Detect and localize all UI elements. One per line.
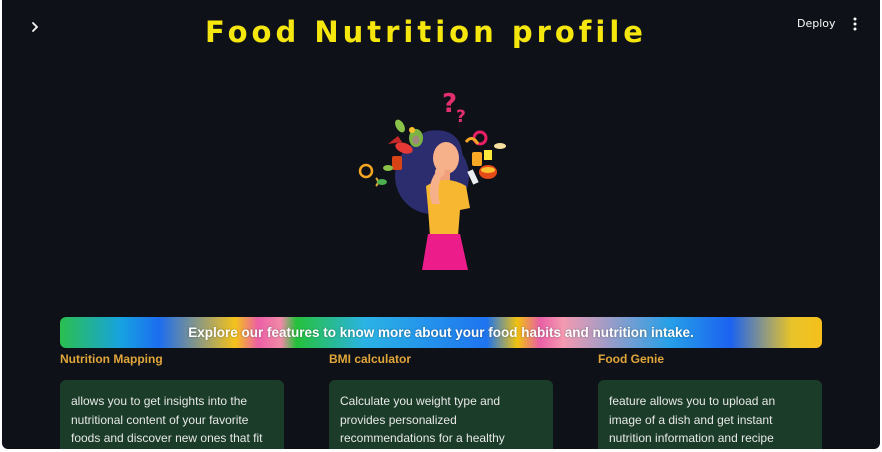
svg-text:?: ? xyxy=(456,107,466,127)
woman-thinking-illustration: ? ? xyxy=(358,89,506,270)
feature-card: allows you to get insights into the nutr… xyxy=(60,380,284,449)
feature-card: feature allows you to upload an image of… xyxy=(598,380,822,449)
svg-text:?: ? xyxy=(442,89,457,119)
page-title: Food Nutrition profile xyxy=(205,15,647,49)
feature-title: Food Genie xyxy=(598,352,664,366)
app-container: Deploy Food Nutrition profile ? ? Explor… xyxy=(2,0,880,449)
feature-title: Nutrition Mapping xyxy=(60,352,163,366)
banner-text: Explore our features to know more about … xyxy=(188,325,694,340)
feature-title: BMI calculator xyxy=(329,352,412,366)
feature-card: Calculate you weight type and provides p… xyxy=(329,380,553,449)
features-banner: Explore our features to know more about … xyxy=(60,317,822,348)
